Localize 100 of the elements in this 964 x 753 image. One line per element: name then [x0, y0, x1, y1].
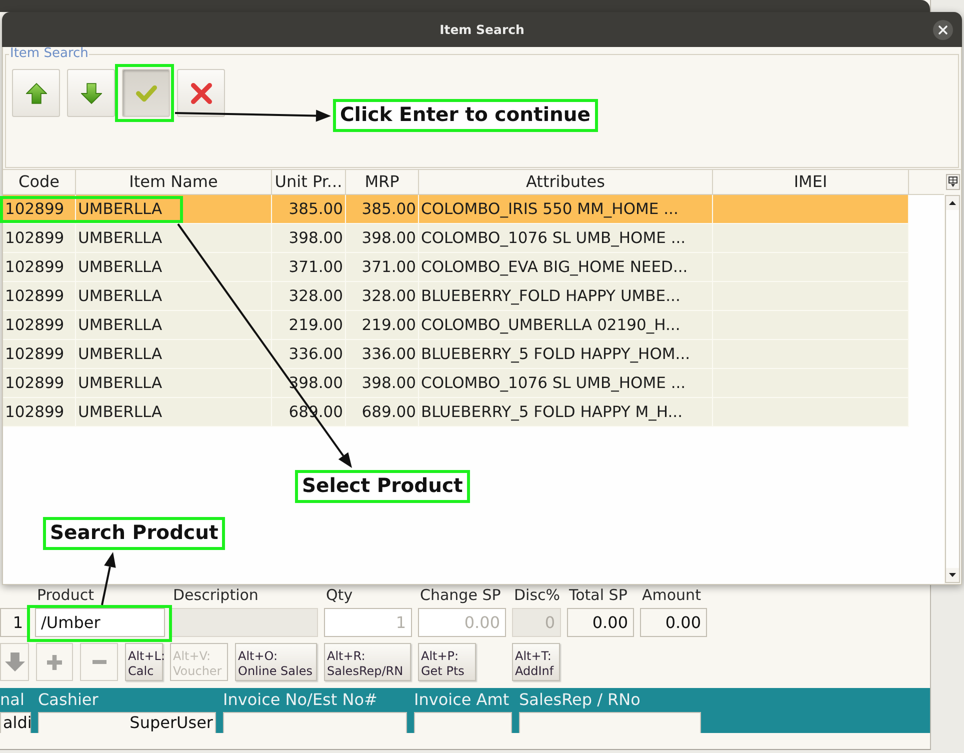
product-input[interactable]: /Umber: [35, 608, 165, 637]
column-header: MRP: [346, 170, 419, 194]
table-cell: 385.00: [346, 195, 419, 223]
column-header: IMEI: [713, 170, 909, 194]
close-icon: [190, 82, 212, 104]
table-cell: UMBERLLA: [76, 369, 272, 397]
table-cell: BLUEBERRY_5 FOLD HAPPY_HOM...: [419, 340, 713, 368]
table-cell: 102899: [3, 340, 76, 368]
info-column-header: nal: [0, 689, 26, 711]
shortcut-button[interactable]: Alt+R: SalesRep/RN: [324, 643, 411, 681]
table-cell: 398.00: [346, 369, 419, 397]
total-sp-field: 0.00: [567, 608, 634, 637]
arrow-up-icon: [26, 82, 46, 104]
table-cell: BLUEBERRY_5 FOLD HAPPY M_H...: [419, 398, 713, 426]
table-cell: 398.00: [346, 224, 419, 252]
info-column-header: Invoice Amt: [414, 689, 510, 711]
table-row[interactable]: 102899 UMBERLLA 219.00 219.00 COLOMBO_UMBERLLA 02190_H...: [3, 311, 909, 340]
minus-icon: [92, 660, 106, 664]
callout-label: Click Enter to continue: [333, 99, 598, 132]
plus-icon: [47, 654, 62, 670]
field-label: Disc%: [513, 587, 560, 603]
highlight-frame: [115, 64, 174, 122]
field-label: Description: [172, 587, 258, 603]
table-cell: UMBERLLA: [76, 224, 272, 252]
table-cell: UMBERLLA: [76, 253, 272, 281]
group-title: Item Search: [9, 47, 90, 61]
info-field: aldi: [0, 712, 31, 733]
table-row[interactable]: 102899 UMBERLLA 328.00 328.00 BLUEBERRY_FOLD HAPPY UMBE...: [3, 282, 909, 311]
table-row[interactable]: 102899 UMBERLLA 398.00 398.00 COLOMBO_1076 SL UMB_HOME ...: [3, 224, 909, 253]
move-down-button[interactable]: [0, 643, 29, 681]
move-up-button[interactable]: [12, 69, 60, 117]
qty-field[interactable]: 1: [324, 608, 412, 637]
table-cell: 371.00: [346, 253, 419, 281]
close-icon: [933, 20, 953, 40]
table-cell: 328.00: [272, 282, 346, 310]
shortcut-button[interactable]: Alt+O: Online Sales: [235, 643, 317, 681]
table-cell: BLUEBERRY_FOLD HAPPY UMBE...: [419, 282, 713, 310]
field-label: Qty: [325, 587, 353, 603]
info-field: SuperUser: [38, 712, 216, 733]
callout-label: Select Product: [295, 470, 470, 503]
shortcut-button[interactable]: Alt+P: Get Pts: [418, 643, 476, 681]
column-header: Attributes: [419, 170, 713, 194]
table-cell: 102899: [3, 311, 76, 339]
amount-field: 0.00: [640, 608, 707, 637]
table-cell: 102899: [3, 195, 76, 223]
table-row[interactable]: 102899 UMBERLLA 371.00 371.00 COLOMBO_EVA BIG_HOME NEED...: [3, 253, 909, 282]
table-cell: 371.00: [272, 253, 346, 281]
arrow-down-icon: [80, 82, 102, 104]
table-cell: UMBERLLA: [76, 282, 272, 310]
table-cell: UMBERLLA: [76, 195, 272, 223]
remove-button[interactable]: [80, 643, 118, 681]
shortcut-button[interactable]: Alt+T: AddInf: [512, 643, 560, 681]
close-button[interactable]: [933, 20, 953, 40]
table-cell: 219.00: [272, 311, 346, 339]
table-cell: 328.00: [346, 282, 419, 310]
table-cell: COLOMBO_IRIS 550 MM_HOME ...: [419, 195, 713, 223]
field-label: Amount: [641, 587, 701, 603]
move-down-button[interactable]: [67, 69, 115, 117]
field-label: Product: [36, 587, 94, 603]
table-cell: UMBERLLA: [76, 340, 272, 368]
add-button[interactable]: [36, 643, 73, 681]
change-sp-field[interactable]: 0.00: [418, 608, 506, 637]
field-label: Total SP: [568, 587, 628, 603]
scroll-up-icon[interactable]: [946, 196, 959, 210]
table-cell: COLOMBO_EVA BIG_HOME NEED...: [419, 253, 713, 281]
arrow-down-icon: [4, 652, 24, 672]
line-number-field: 1: [0, 608, 29, 637]
table-cell: COLOMBO_UMBERLLA 02190_H...: [419, 311, 713, 339]
table-cell: UMBERLLA: [76, 311, 272, 339]
table-cell: 102899: [3, 253, 76, 281]
table-menu-icon[interactable]: [946, 174, 960, 190]
column-header: Item Name: [76, 170, 272, 194]
info-column-header: Invoice No/Est No#: [223, 689, 378, 711]
field-label: Change SP: [419, 587, 501, 603]
checkmark-icon: [136, 82, 156, 104]
table-row[interactable]: 102899 UMBERLLA 385.00 385.00 COLOMBO_IRIS 550 MM_HOME ...: [3, 195, 909, 224]
cancel-button[interactable]: [177, 69, 225, 117]
table-cell: 102899: [3, 398, 76, 426]
scroll-down-icon[interactable]: [946, 568, 959, 582]
table-cell: COLOMBO_1076 SL UMB_HOME ...: [419, 369, 713, 397]
table-row[interactable]: 102899 UMBERLLA 336.00 336.00 BLUEBERRY_5 FOLD HAPPY_HOM...: [3, 340, 909, 369]
column-header: Unit Pr...: [272, 170, 346, 194]
callout-label: Search Prodcut: [43, 517, 226, 550]
table-cell: 219.00: [346, 311, 419, 339]
table-cell: 102899: [3, 224, 76, 252]
annotation-arrow: [101, 552, 116, 606]
dialog-title: Item Search: [440, 22, 524, 37]
table-cell: 336.00: [346, 340, 419, 368]
table-cell: 336.00: [272, 340, 346, 368]
column-header: Code: [3, 170, 76, 194]
table-cell: 385.00: [272, 195, 346, 223]
table-cell: COLOMBO_1076 SL UMB_HOME ...: [419, 224, 713, 252]
info-column-header: SalesRep / RNo: [519, 689, 642, 711]
disc-field: 0: [512, 608, 561, 637]
info-column-header: Cashier: [38, 689, 100, 711]
table-cell: 102899: [3, 369, 76, 397]
table-cell: 102899: [3, 282, 76, 310]
scrollbar-track[interactable]: [945, 195, 960, 583]
table-cell: UMBERLLA: [76, 398, 272, 426]
shortcut-button[interactable]: Alt+L: Calc: [125, 643, 163, 681]
